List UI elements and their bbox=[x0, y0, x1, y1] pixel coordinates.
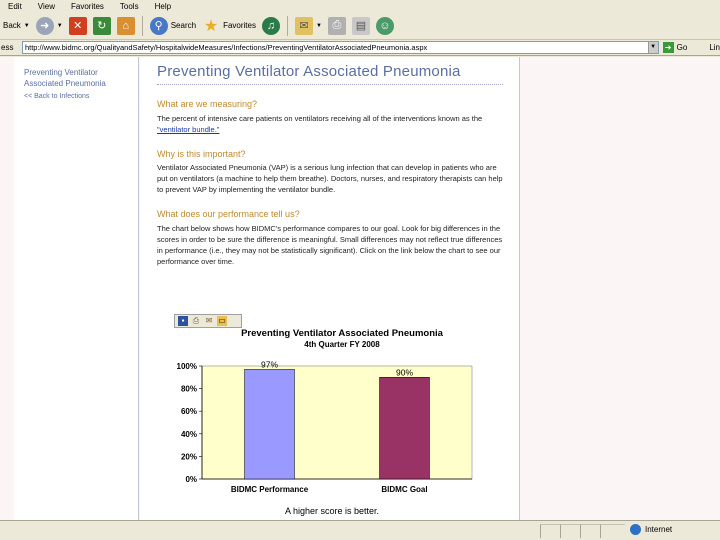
favorites-button[interactable]: ★ Favorites bbox=[199, 15, 259, 37]
y-tick-label: 40% bbox=[181, 430, 197, 439]
data-label: 97% bbox=[261, 359, 278, 369]
links-label[interactable]: Lin bbox=[709, 43, 720, 52]
menu-bar: Edit View Favorites Tools Help bbox=[0, 0, 720, 12]
edit-button[interactable]: ▤ bbox=[349, 15, 373, 37]
stop-button[interactable]: ✕ bbox=[66, 15, 90, 37]
favorites-label: Favorites bbox=[223, 21, 256, 30]
status-bar: Internet bbox=[0, 520, 720, 540]
status-cell bbox=[600, 524, 625, 538]
stop-icon: ✕ bbox=[68, 16, 87, 35]
chart-svg: Preventing Ventilator Associated Pneumon… bbox=[177, 328, 473, 516]
home-icon: ⌂ bbox=[116, 16, 135, 35]
messenger-icon: ☺ bbox=[375, 16, 394, 35]
x-tick-label: BIDMC Goal bbox=[381, 485, 427, 494]
go-label: Go bbox=[676, 43, 688, 52]
address-label: ess bbox=[1, 43, 14, 52]
status-cell bbox=[560, 524, 580, 538]
print-icon[interactable]: ⎙ bbox=[191, 316, 201, 326]
y-tick-label: 60% bbox=[181, 407, 197, 416]
save-icon[interactable]: ▪ bbox=[178, 316, 188, 326]
measuring-text: The percent of intensive care patients o… bbox=[157, 114, 483, 123]
toolbar-divider bbox=[286, 15, 288, 36]
bar bbox=[379, 377, 430, 480]
globe-icon bbox=[630, 524, 641, 535]
section-text-measuring: The percent of intensive care patients o… bbox=[157, 113, 505, 135]
section-text-importance: Ventilator Associated Pneumonia (VAP) is… bbox=[157, 163, 503, 194]
media-button[interactable]: ♫ bbox=[259, 15, 283, 37]
y-tick-label: 80% bbox=[181, 385, 197, 394]
x-tick-label: BIDMC Performance bbox=[231, 485, 309, 494]
go-arrow-icon: ➜ bbox=[662, 42, 674, 53]
section-heading-importance: Why is this important? bbox=[157, 149, 246, 159]
forward-arrow-icon: ➜ bbox=[35, 16, 54, 35]
address-bar: ess http://www.bidmc.org/QualityandSafet… bbox=[0, 40, 720, 56]
url-input[interactable]: http://www.bidmc.org/QualityandSafety/Ho… bbox=[21, 41, 659, 54]
toolbar-divider bbox=[141, 15, 143, 36]
print-icon: ⎙ bbox=[327, 16, 346, 35]
data-label: 90% bbox=[396, 367, 413, 377]
menu-edit[interactable]: Edit bbox=[8, 2, 22, 11]
menu-help[interactable]: Help bbox=[155, 2, 171, 11]
back-button[interactable]: Back ▼ bbox=[0, 15, 33, 37]
status-cell bbox=[580, 524, 600, 538]
left-navigation: Preventing Ventilator Associated Pneumon… bbox=[14, 57, 139, 520]
print-button[interactable]: ⎙ bbox=[325, 15, 349, 37]
mail-button[interactable]: ✉ ▼ bbox=[292, 15, 325, 37]
y-tick-label: 0% bbox=[185, 475, 197, 484]
performance-chart: Preventing Ventilator Associated Pneumon… bbox=[172, 312, 477, 520]
messenger-button[interactable]: ☺ bbox=[373, 15, 397, 37]
bar bbox=[244, 369, 295, 480]
y-tick-label: 100% bbox=[177, 362, 197, 371]
media-icon: ♫ bbox=[261, 16, 280, 35]
zone-label: Internet bbox=[645, 525, 673, 534]
refresh-button[interactable]: ↻ bbox=[90, 15, 114, 37]
section-heading-performance: What does our performance tell us? bbox=[157, 209, 300, 219]
star-icon: ★ bbox=[203, 17, 219, 35]
forward-button[interactable]: ➜ ▼ bbox=[33, 15, 66, 37]
chart-title: Preventing Ventilator Associated Pneumon… bbox=[241, 328, 444, 339]
section-text-performance: The chart below shows how BIDMC's perfor… bbox=[157, 224, 503, 266]
mail-icon: ✉ bbox=[294, 16, 313, 35]
y-tick-label: 20% bbox=[181, 452, 197, 461]
chevron-down-icon: ▼ bbox=[23, 22, 30, 29]
page-viewport: Preventing Ventilator Associated Pneumon… bbox=[0, 57, 720, 520]
chevron-down-icon[interactable]: ▼ bbox=[647, 42, 658, 53]
image-toolbar: ▪ ⎙ ✉ ▭ bbox=[174, 314, 242, 328]
go-button[interactable]: ➜ Go bbox=[662, 42, 688, 53]
security-zone: Internet bbox=[630, 524, 672, 535]
back-label: Back bbox=[3, 21, 21, 30]
search-label: Search bbox=[170, 21, 197, 30]
section-heading-measuring: What are we measuring? bbox=[157, 99, 258, 109]
title-divider bbox=[157, 84, 503, 85]
nav-back-link[interactable]: << Back to Infections bbox=[14, 89, 138, 100]
main-content: Preventing Ventilator Associated Pneumon… bbox=[140, 57, 520, 520]
search-icon: ⚲ bbox=[149, 16, 168, 35]
chevron-down-icon: ▼ bbox=[56, 22, 63, 29]
nav-current-page[interactable]: Preventing Ventilator Associated Pneumon… bbox=[14, 57, 138, 89]
folder-icon[interactable]: ▭ bbox=[217, 316, 227, 326]
toolbar: Back ▼ ➜ ▼ ✕ ↻ ⌂ ⚲ Search ★ Favorites ♫ ✉ ▼ ⎙… bbox=[0, 12, 720, 40]
refresh-icon: ↻ bbox=[92, 16, 111, 35]
mail-icon[interactable]: ✉ bbox=[204, 316, 214, 326]
plot-area bbox=[201, 365, 473, 480]
status-cell bbox=[540, 524, 560, 538]
menu-tools[interactable]: Tools bbox=[120, 2, 139, 11]
search-button[interactable]: ⚲ Search bbox=[147, 15, 199, 37]
chart-note: A higher score is better. bbox=[285, 506, 379, 516]
url-text: http://www.bidmc.org/QualityandSafety/Ho… bbox=[24, 43, 428, 52]
chevron-down-icon: ▼ bbox=[315, 22, 322, 29]
menu-view[interactable]: View bbox=[38, 2, 55, 11]
ventilator-bundle-link[interactable]: "ventilator bundle." bbox=[157, 125, 219, 134]
edit-page-icon: ▤ bbox=[351, 16, 370, 35]
chart-subtitle: 4th Quarter FY 2008 bbox=[304, 340, 380, 349]
menu-favorites[interactable]: Favorites bbox=[71, 2, 104, 11]
page-title: Preventing Ventilator Associated Pneumon… bbox=[157, 63, 461, 80]
home-button[interactable]: ⌂ bbox=[114, 15, 138, 37]
